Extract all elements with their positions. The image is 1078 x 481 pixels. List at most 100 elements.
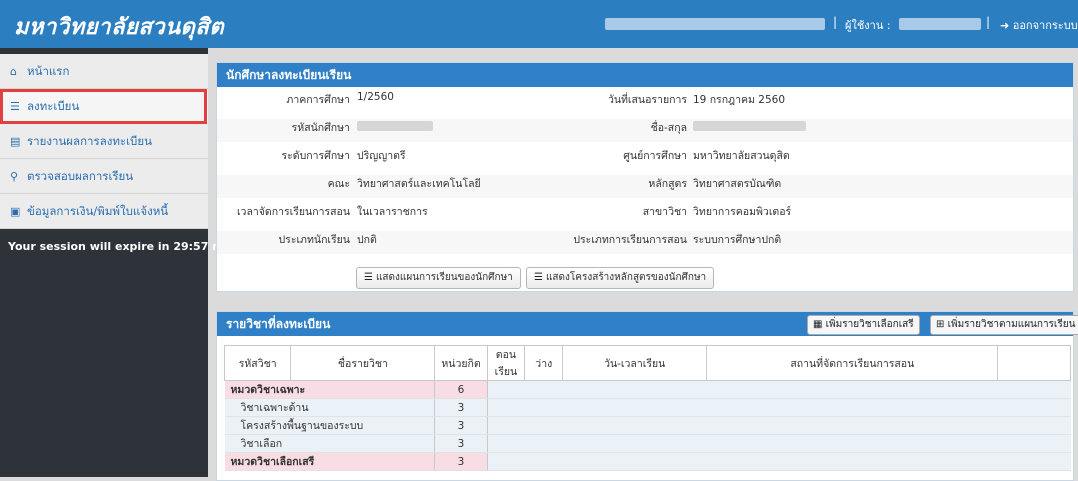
info-row: คณะ วิทยาศาสตร์และเทคโนโลยี หลักสูตร วิท… <box>217 175 1073 198</box>
student-type-value: ปกติ <box>357 234 377 246</box>
major-label: สาขาวิชา <box>642 206 687 218</box>
list-icon: ☰ <box>534 272 543 283</box>
credits-cell: 3 <box>434 452 488 471</box>
program-label: หลักสูตร <box>648 178 687 190</box>
redacted-info <box>605 18 825 30</box>
redacted-username <box>899 18 981 30</box>
plus-icon: ⊞ <box>936 319 945 330</box>
panel-title-bar: รายวิชาที่ลงทะเบียน ▦ เพิ่มรายวิชาเลือกเ… <box>217 312 1078 336</box>
study-type-value: ระบบการศึกษาปกติ <box>693 234 782 246</box>
faculty-label: คณะ <box>327 178 350 190</box>
table-row: วิชาเลือก 3 <box>224 434 1071 453</box>
list-icon: ☰ <box>364 272 373 283</box>
top-bar: มหาวิทยาลัยสวนดุสิต | ผู้ใช้งาน : | ➜ ออ… <box>0 0 1078 48</box>
term-label: ภาคการศึกษา <box>286 94 350 106</box>
payment-icon: ▣ <box>10 205 21 218</box>
col-location: สถานที่จัดการเรียนการสอน <box>706 345 999 381</box>
credits-cell: 3 <box>434 416 488 435</box>
info-row: ภาคการศึกษา 1/2560 วันที่เสนอรายการ 19 ก… <box>217 91 1073 114</box>
subcategory-name: วิชาเลือก <box>224 434 435 453</box>
table-row: วิชาเฉพาะด้าน 3 <box>224 398 1071 417</box>
table-header-row: รหัสวิชา ชื่อรายวิชา หน่วยกิต ตอนเรียน ว… <box>223 345 1071 381</box>
panel-title: นักศึกษาลงทะเบียนเรียน <box>217 63 1073 87</box>
list-icon: ☰ <box>10 100 20 113</box>
sidebar-item-check-grades[interactable]: ⚲ ตรวจสอบผลการเรียน <box>0 159 208 194</box>
add-elective-button[interactable]: ▦ เพิ่มรายวิชาเลือกเสรี <box>807 315 920 335</box>
info-row: ประเภทนักเรียน ปกติ ประเภทการเรียนการสอน… <box>217 231 1073 254</box>
category-name: หมวดวิชาเฉพาะ <box>224 380 435 399</box>
empty-cell <box>487 452 1071 471</box>
student-info-grid: ภาคการศึกษา 1/2560 วันที่เสนอรายการ 19 ก… <box>217 87 1073 257</box>
category-name: หมวดวิชาเลือกเสรี <box>224 452 435 471</box>
panel-title: รายวิชาที่ลงทะเบียน <box>226 317 331 331</box>
sidebar-item-label: รายงานผลการลงทะเบียน <box>27 134 152 148</box>
credits-cell: 3 <box>434 398 488 417</box>
home-icon: ⌂ <box>10 65 17 78</box>
program-value: วิทยาศาสตรบัณฑิต <box>693 178 782 190</box>
col-action <box>997 345 1071 381</box>
button-label: เพิ่มรายวิชาเลือกเสรี <box>825 319 914 330</box>
faculty-value: วิทยาศาสตร์และเทคโนโลยี <box>357 178 481 190</box>
center-value: มหาวิทยาลัยสวนดุสิต <box>693 150 790 162</box>
logout-icon: ➜ <box>1000 19 1010 32</box>
student-id-value <box>357 121 433 131</box>
sidebar-item-label: ลงทะเบียน <box>27 99 80 113</box>
logout-link[interactable]: ➜ ออกจากระบบ <box>1000 16 1078 34</box>
empty-cell <box>487 434 1071 453</box>
center-label: ศูนย์การศึกษา <box>623 150 687 162</box>
show-curriculum-button[interactable]: ☰ แสดงโครงสร้างหลักสูตรของนักศึกษา <box>526 267 715 289</box>
courses-table: รหัสวิชา ชื่อรายวิชา หน่วยกิต ตอนเรียน ว… <box>223 345 1071 471</box>
level-value: ปริญญาตรี <box>357 150 406 162</box>
credits-cell: 3 <box>434 434 488 453</box>
info-row: รหัสนักศึกษา ชื่อ-สกุล <box>217 119 1073 142</box>
submit-date-value: 19 กรกฎาคม 2560 <box>693 94 786 106</box>
sidebar-item-label: ข้อมูลการเงิน/พิมพ์ใบแจ้งหนี้ <box>27 204 169 218</box>
sidebar-item-register[interactable]: ☰ ลงทะเบียน <box>0 89 208 124</box>
button-label: แสดงแผนการเรียนของนักศึกษา <box>375 272 513 283</box>
col-available: ว่าง <box>524 345 564 381</box>
col-credits: หน่วยกิต <box>434 345 488 381</box>
brand-title: มหาวิทยาลัยสวนดุสิต <box>14 14 225 40</box>
empty-cell <box>487 398 1071 417</box>
col-schedule: วัน-เวลาเรียน <box>562 345 708 381</box>
credits-cell: 6 <box>434 380 488 399</box>
separator: | <box>986 15 991 29</box>
show-study-plan-button[interactable]: ☰ แสดงแผนการเรียนของนักศึกษา <box>356 267 521 289</box>
subcategory-name: โครงสร้างพื้นฐานของระบบ <box>224 416 435 435</box>
sidebar-item-registration-report[interactable]: ▤ รายงานผลการลงทะเบียน <box>0 124 208 159</box>
schedule-value: ในเวลาราชการ <box>357 206 428 218</box>
user-label: ผู้ใช้งาน : <box>845 19 891 32</box>
separator: | <box>833 15 838 29</box>
subcategory-name: วิชาเฉพาะด้าน <box>224 398 435 417</box>
term-value: 1/2560 <box>357 91 394 103</box>
table-row: โครงสร้างพื้นฐานของระบบ 3 <box>224 416 1071 435</box>
sidebar-item-finance[interactable]: ▣ ข้อมูลการเงิน/พิมพ์ใบแจ้งหนี้ <box>0 194 208 229</box>
student-info-panel: นักศึกษาลงทะเบียนเรียน ภาคการศึกษา 1/256… <box>216 62 1074 292</box>
level-label: ระดับการศึกษา <box>281 150 351 162</box>
schedule-label: เวลาจัดการเรียนการสอน <box>236 206 350 218</box>
info-row: ระดับการศึกษา ปริญญาตรี ศูนย์การศึกษา มห… <box>217 147 1073 170</box>
sidebar-item-label: ตรวจสอบผลการเรียน <box>27 169 134 183</box>
document-icon: ▤ <box>10 135 21 148</box>
add-plan-course-button[interactable]: ⊞ เพิ่มรายวิชาตามแผนการเรียน <box>930 315 1078 335</box>
sidebar-item-label: หน้าแรก <box>27 64 70 78</box>
sidebar-item-home[interactable]: ⌂ หน้าแรก <box>0 54 208 89</box>
student-id-label: รหัสนักศึกษา <box>291 122 350 134</box>
info-row: เวลาจัดการเรียนการสอน ในเวลาราชการ สาขาว… <box>217 203 1073 226</box>
col-course-code: รหัสวิชา <box>223 345 292 381</box>
table-row: หมวดวิชาเลือกเสรี 3 <box>224 452 1071 471</box>
button-label: แสดงโครงสร้างหลักสูตรของนักศึกษา <box>545 272 707 283</box>
button-label: เพิ่มรายวิชาตามแผนการเรียน <box>947 319 1076 330</box>
major-value: วิทยาการคอมพิวเตอร์ <box>693 206 792 218</box>
student-type-label: ประเภทนักเรียน <box>278 234 350 246</box>
submit-date-label: วันที่เสนอรายการ <box>607 94 687 106</box>
search-icon: ⚲ <box>10 170 19 183</box>
col-course-name: ชื่อรายวิชา <box>290 345 436 381</box>
name-label: ชื่อ-สกุล <box>650 122 687 134</box>
empty-cell <box>487 380 1071 399</box>
sidebar: ⌂ หน้าแรก ☰ ลงทะเบียน ▤ รายงานผลการลงทะเบีย… <box>0 48 235 477</box>
empty-cell <box>487 416 1071 435</box>
table-row: หมวดวิชาเฉพาะ 6 <box>224 380 1071 399</box>
col-section: ตอนเรียน <box>486 345 526 381</box>
name-value <box>693 121 806 131</box>
